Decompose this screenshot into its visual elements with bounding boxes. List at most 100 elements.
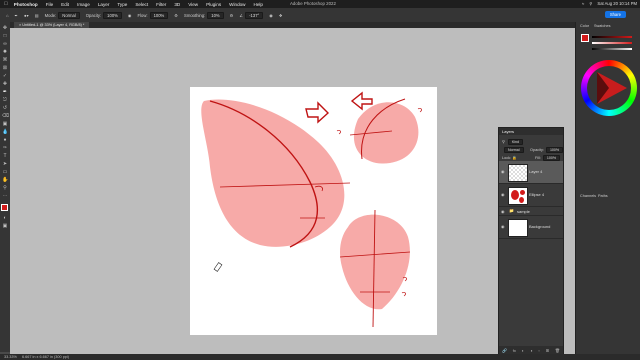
mode-label: Mode: (44, 12, 57, 18)
foreground-swatch[interactable] (581, 34, 589, 42)
eraser-tool-icon[interactable]: ⌫ (2, 114, 9, 119)
app-menu[interactable]: Photoshop (14, 2, 38, 7)
menu-bar:  Photoshop File Edit Image Layer Type S… (0, 0, 640, 8)
color-triangle[interactable] (581, 60, 637, 116)
mask-icon[interactable]: ◐ (522, 348, 524, 353)
small-shape (353, 102, 419, 164)
adjustment-icon[interactable]: ◑ (530, 348, 532, 353)
shape-tool-icon[interactable]: ▭ (2, 170, 8, 175)
group-icon[interactable]: ▫ (538, 348, 539, 353)
menu-help[interactable]: Help (254, 2, 263, 7)
menu-window[interactable]: Window (229, 2, 245, 7)
color-wheel[interactable] (581, 60, 637, 116)
flow-field[interactable]: 100% (149, 11, 169, 19)
mode-select[interactable]: Normal (58, 11, 80, 19)
new-layer-icon[interactable]: ⊞ (546, 348, 549, 353)
hue-slider[interactable] (592, 36, 632, 38)
tab-paths[interactable]: Paths (598, 194, 608, 198)
small-shape-tick-2 (336, 129, 341, 135)
flow-label: Flow: (137, 12, 148, 18)
smoothing-field[interactable]: 10% (207, 11, 224, 19)
menu-plugins[interactable]: Plugins (206, 2, 221, 7)
brush-tool-icon[interactable]: ✒ (2, 90, 8, 95)
menu-filter[interactable]: Filter (156, 2, 166, 7)
layer-row-sample[interactable]: ◉ 📁 sample (499, 207, 563, 216)
fx-icon[interactable]: fx (513, 348, 516, 353)
tab-channels[interactable]: Channels (580, 194, 596, 198)
folder-icon: 📁 (509, 208, 514, 213)
move-tool-icon[interactable]: ✥ (2, 26, 8, 31)
lasso-tool-icon[interactable]: ∞ (2, 42, 8, 47)
saturation-slider[interactable] (592, 42, 632, 44)
trash-icon[interactable]: 🗑 (555, 348, 560, 353)
crop-tool-icon[interactable]: ⌘ (2, 58, 8, 63)
visibility-eye-icon[interactable]: ◉ (501, 192, 505, 197)
layers-panel-title: Layers (499, 128, 563, 135)
tab-swatches[interactable]: Swatches (594, 24, 610, 28)
more-tools-icon[interactable]: ⋯ (2, 194, 8, 199)
airbrush-icon[interactable]: ⚙ (174, 13, 178, 18)
opacity-field[interactable]: 100% (103, 11, 122, 19)
layer-row-background[interactable]: ◉ Background (499, 216, 563, 239)
share-button[interactable]: Share (604, 11, 626, 18)
smoothing-options-icon[interactable]: ⚙ (230, 13, 234, 18)
blend-mode-select[interactable]: Normal (504, 147, 524, 153)
menu-edit[interactable]: Edit (61, 2, 69, 7)
foreground-color-swatch[interactable] (1, 204, 8, 211)
layer-row-ellipse-4[interactable]: ◉ Ellipse 4 (499, 184, 563, 207)
gradient-tool-icon[interactable]: ▣ (2, 122, 8, 127)
menu-image[interactable]: Image (77, 2, 90, 7)
canvas[interactable] (190, 87, 437, 335)
pressure-opacity-icon[interactable]: ◉ (128, 13, 132, 18)
stamp-tool-icon[interactable]: ⎋ (2, 98, 8, 103)
quick-select-tool-icon[interactable]: ✹ (2, 50, 8, 55)
layers-panel-footer: 🔗 fx ◐ ◑ ▫ ⊞ 🗑 (499, 346, 563, 354)
brush-size-picker[interactable]: ●▾ (24, 13, 29, 18)
eyedropper-tool-icon[interactable]: ✓ (2, 74, 8, 79)
link-icon[interactable]: 🔗 (502, 348, 507, 353)
layer-opacity-field[interactable]: 100% (545, 147, 564, 153)
brush-preset-icon[interactable]: ✒ (15, 13, 19, 18)
menu-file[interactable]: File (46, 2, 53, 7)
marquee-tool-icon[interactable]: □ (2, 34, 8, 39)
search-icon[interactable]: ⚲ (589, 1, 592, 6)
pressure-size-icon[interactable]: ◉ (269, 13, 273, 18)
frame-tool-icon[interactable]: ⊠ (2, 66, 8, 71)
kind-filter[interactable]: Kind (507, 139, 524, 145)
brightness-slider[interactable] (592, 48, 632, 50)
blur-tool-icon[interactable]: 💧 (2, 130, 8, 135)
pen-tool-icon[interactable]: ✑ (2, 146, 8, 151)
menu-type[interactable]: Type (117, 2, 127, 7)
history-brush-tool-icon[interactable]: ↺ (2, 106, 8, 111)
quick-mask-icon[interactable]: ◐ (2, 216, 8, 221)
menu-view[interactable]: View (188, 2, 198, 7)
hand-tool-icon[interactable]: ✋ (2, 178, 8, 183)
type-tool-icon[interactable]: T (2, 154, 8, 159)
menu-3d[interactable]: 3D (174, 2, 180, 7)
menu-select[interactable]: Select (135, 2, 148, 7)
visibility-eye-icon[interactable]: ◉ (501, 224, 505, 229)
home-icon[interactable]: ⌂ (6, 13, 9, 18)
small-shape-tick (417, 107, 422, 113)
path-select-tool-icon[interactable]: ➤ (2, 162, 8, 167)
symmetry-icon[interactable]: ❖ (279, 13, 283, 18)
visibility-eye-icon[interactable]: ◉ (501, 169, 505, 174)
apple-menu[interactable]:  (4, 1, 8, 7)
zoom-tool-icon[interactable]: ⚲ (2, 186, 8, 191)
layer-row-layer-4[interactable]: ◉ Layer 4 (499, 161, 563, 184)
healing-tool-icon[interactable]: ✚ (2, 82, 8, 87)
clock[interactable]: Sat Aug 20 10:14 PM (597, 1, 637, 6)
angle-field[interactable]: -137° (245, 11, 264, 19)
screen-mode-icon[interactable]: ▣ (2, 224, 8, 229)
tab-color[interactable]: Color (580, 24, 589, 28)
fill-label: Fill: (535, 156, 541, 160)
dodge-tool-icon[interactable]: ● (2, 138, 8, 143)
brush-settings-icon[interactable]: ▤ (35, 13, 39, 18)
menu-layer[interactable]: Layer (98, 2, 110, 7)
lock-icon[interactable]: 🔒 (512, 156, 517, 160)
wifi-icon[interactable]: ≈ (582, 1, 584, 6)
zoom-level[interactable]: 33.33% (4, 355, 17, 359)
smoothing-label: Smoothing: (184, 12, 206, 18)
visibility-eye-icon[interactable]: ◉ (501, 209, 505, 214)
status-bar: 33.33% 6.667 in x 6.667 in (300 ppi) (0, 354, 640, 360)
